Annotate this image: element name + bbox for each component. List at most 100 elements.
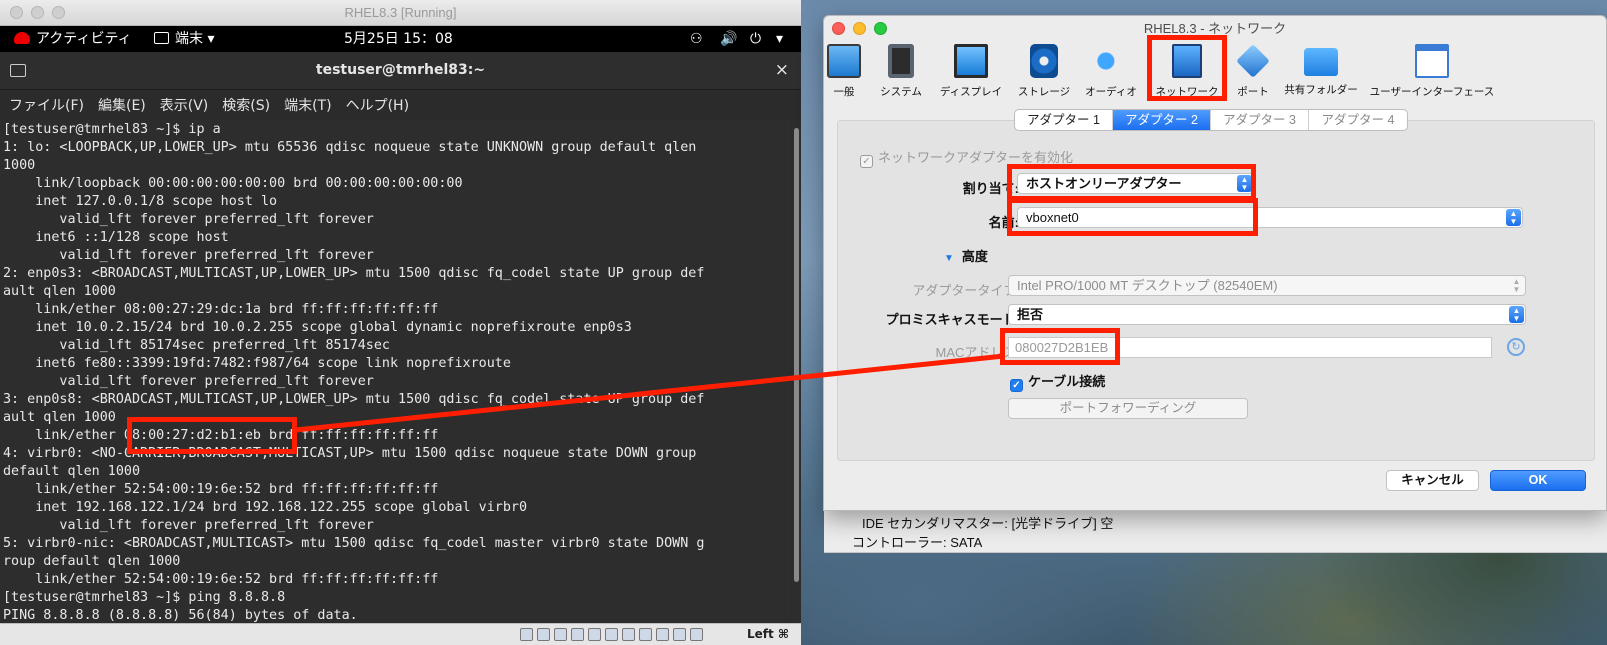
select-stepper-icon: ▲ ▼: [1512, 277, 1521, 294]
system-icon: [888, 44, 914, 78]
shared-folder-icon[interactable]: [605, 628, 618, 641]
terminal-line: valid_lft forever preferred_lft forever: [3, 212, 374, 227]
toolbar-shared-folders[interactable]: 共有フォルダー: [1281, 42, 1361, 114]
toolbar-general[interactable]: 一般: [823, 42, 865, 114]
toolbar-user-interface[interactable]: ユーザーインターフェース: [1365, 42, 1499, 114]
toolbar-port[interactable]: ポート: [1229, 42, 1277, 114]
network-status-icon[interactable]: ⚇: [690, 26, 703, 52]
vm-status-bar: Left ⌘: [0, 623, 801, 645]
zoom-dialog-button[interactable]: [874, 22, 887, 35]
close-window-button[interactable]: [10, 6, 23, 19]
minimize-window-button[interactable]: [31, 6, 44, 19]
terminal-line: link/ether 52:54:00:19:6e:52 brd ff:ff:f…: [3, 572, 439, 587]
terminal-line: inet 192.168.122.1/24 brd 192.168.122.25…: [3, 500, 528, 515]
keyboard-icon[interactable]: [690, 628, 703, 641]
toolbar-storage[interactable]: ストレージ: [1011, 42, 1077, 114]
cable-connected-checkbox[interactable]: ✓ ケーブル接続: [1010, 371, 1105, 392]
close-icon[interactable]: ×: [775, 60, 789, 80]
terminal-line: 4: virbr0: <NO-CARRIER,BROADCAST,MULTICA…: [3, 446, 697, 461]
mouse-integration-icon[interactable]: [673, 628, 686, 641]
terminal-scrollbar[interactable]: [792, 120, 801, 622]
tab-adapter-4[interactable]: アダプター 4: [1309, 110, 1407, 130]
terminal-headerbar: testuser@tmrhel83:~ ×: [0, 52, 801, 90]
toolbar-display[interactable]: ディスプレイ: [934, 42, 1008, 114]
enable-adapter-label: ネットワークアダプターを有効化: [878, 150, 1074, 165]
window-controls: [10, 6, 65, 19]
menu-edit[interactable]: 編集(E): [98, 95, 146, 115]
vm-titlebar[interactable]: RHEL8.3 [Running]: [0, 0, 801, 26]
terminal-title: testuser@tmrhel83:~: [315, 62, 486, 78]
ok-button[interactable]: OK: [1490, 470, 1586, 491]
audio-icon: [1094, 44, 1128, 78]
terminal-line: link/loopback 00:00:00:00:00:00 brd 00:0…: [3, 176, 463, 191]
disclosure-triangle-icon: ▼: [944, 253, 954, 264]
terminal-line: inet 10.0.2.15/24 brd 10.0.2.255 scope g…: [3, 320, 632, 335]
toolbar-audio[interactable]: オーディオ: [1078, 42, 1144, 114]
terminal-line: default qlen 1000: [3, 464, 141, 479]
network-icon[interactable]: [571, 628, 584, 641]
cancel-button[interactable]: キャンセル: [1386, 470, 1479, 491]
new-tab-icon[interactable]: [10, 64, 26, 77]
minimize-dialog-button[interactable]: [853, 22, 866, 35]
terminal-output[interactable]: [testuser@tmrhel83 ~]$ ip a 1: lo: <LOOPB…: [0, 120, 791, 622]
terminal-line: roup default qlen 1000: [3, 554, 181, 569]
device-status-icons: [520, 628, 703, 641]
terminal-line: 2: enp0s3: <BROADCAST,MULTICAST,UP,LOWER…: [3, 266, 705, 281]
app-menu-label: 端末 ▾: [175, 31, 215, 47]
recording-icon[interactable]: [639, 628, 652, 641]
optical-drive-icon[interactable]: [537, 628, 550, 641]
volume-icon[interactable]: 🔊: [720, 26, 737, 52]
cpu-icon[interactable]: [656, 628, 669, 641]
name-label: 名前:: [988, 215, 1019, 230]
terminal-line: valid_lft forever preferred_lft forever: [3, 374, 374, 389]
clock[interactable]: 5月25日 15：08: [344, 26, 453, 52]
menu-search[interactable]: 検索(S): [222, 95, 270, 115]
tab-adapter-1[interactable]: アダプター 1: [1015, 110, 1113, 130]
port-icon: [1236, 44, 1270, 78]
toolbar-storage-label: ストレージ: [1017, 86, 1071, 98]
promiscuous-value: 拒否: [1017, 307, 1044, 322]
toolbar-audio-label: オーディオ: [1085, 86, 1137, 98]
zoom-window-button[interactable]: [52, 6, 65, 19]
terminal-line: PING 8.8.8.8 (8.8.8.8) 56(84) bytes of d…: [3, 608, 358, 622]
tab-adapter-2[interactable]: アダプター 2: [1113, 110, 1211, 130]
vm-window-title: RHEL8.3 [Running]: [344, 5, 457, 20]
terminal-icon: [154, 32, 169, 44]
menu-help[interactable]: ヘルプ(H): [346, 95, 409, 115]
app-menu[interactable]: 端末 ▾: [154, 26, 214, 52]
audio-icon[interactable]: [554, 628, 567, 641]
menu-file[interactable]: ファイル(F): [9, 95, 84, 115]
toolbar-general-label: 一般: [833, 86, 855, 98]
scrollbar-thumb[interactable]: [794, 128, 799, 582]
port-forwarding-button[interactable]: ポートフォワーディング: [1008, 398, 1248, 419]
refresh-mac-icon[interactable]: ↻: [1507, 338, 1525, 356]
hard-disk-icon[interactable]: [520, 628, 533, 641]
advanced-label: 高度: [961, 249, 988, 264]
storage-icon: [1030, 44, 1058, 78]
toolbar-port-label: ポート: [1237, 86, 1269, 98]
system-menu-chevron-down-icon[interactable]: ▾: [776, 26, 783, 52]
menu-view[interactable]: 表示(V): [160, 95, 209, 115]
cable-connected-label: ケーブル接続: [1028, 374, 1106, 389]
terminal-line: 1: lo: <LOOPBACK,UP,LOWER_UP> mtu 65536 …: [3, 140, 697, 155]
activities-label: アクティビティ: [36, 31, 132, 47]
toolbar-display-label: ディスプレイ: [939, 86, 1003, 98]
host-key-label: Left ⌘: [746, 627, 789, 641]
toolbar-system[interactable]: システム: [870, 42, 932, 114]
terminal-line: 5: virbr0-nic: <BROADCAST,MULTICAST> mtu…: [3, 536, 705, 551]
adapter-type-select[interactable]: Intel PRO/1000 MT デスクトップ (82540EM) ▲ ▼: [1008, 275, 1526, 296]
terminal-menubar: ファイル(F) 編集(E) 表示(V) 検索(S) 端末(T) ヘルプ(H): [0, 91, 801, 119]
activities-button[interactable]: アクティビティ: [14, 26, 132, 52]
power-icon[interactable]: ⏻: [750, 26, 761, 52]
advanced-disclosure[interactable]: ▼ 高度: [944, 246, 988, 265]
display-icon: [954, 44, 988, 78]
usb-icon[interactable]: [588, 628, 601, 641]
close-dialog-button[interactable]: [832, 22, 845, 35]
name-highlight-box: [1007, 198, 1258, 236]
display-icon[interactable]: [622, 628, 635, 641]
vm-window: RHEL8.3 [Running] アクティビティ 端末 ▾ 5月25日 15：…: [0, 0, 801, 645]
promiscuous-select[interactable]: 拒否 ▲ ▼: [1008, 304, 1526, 325]
attached-to-highlight-box: [1007, 164, 1256, 201]
menu-terminal[interactable]: 端末(T): [284, 95, 331, 115]
tab-adapter-3[interactable]: アダプター 3: [1211, 110, 1309, 130]
